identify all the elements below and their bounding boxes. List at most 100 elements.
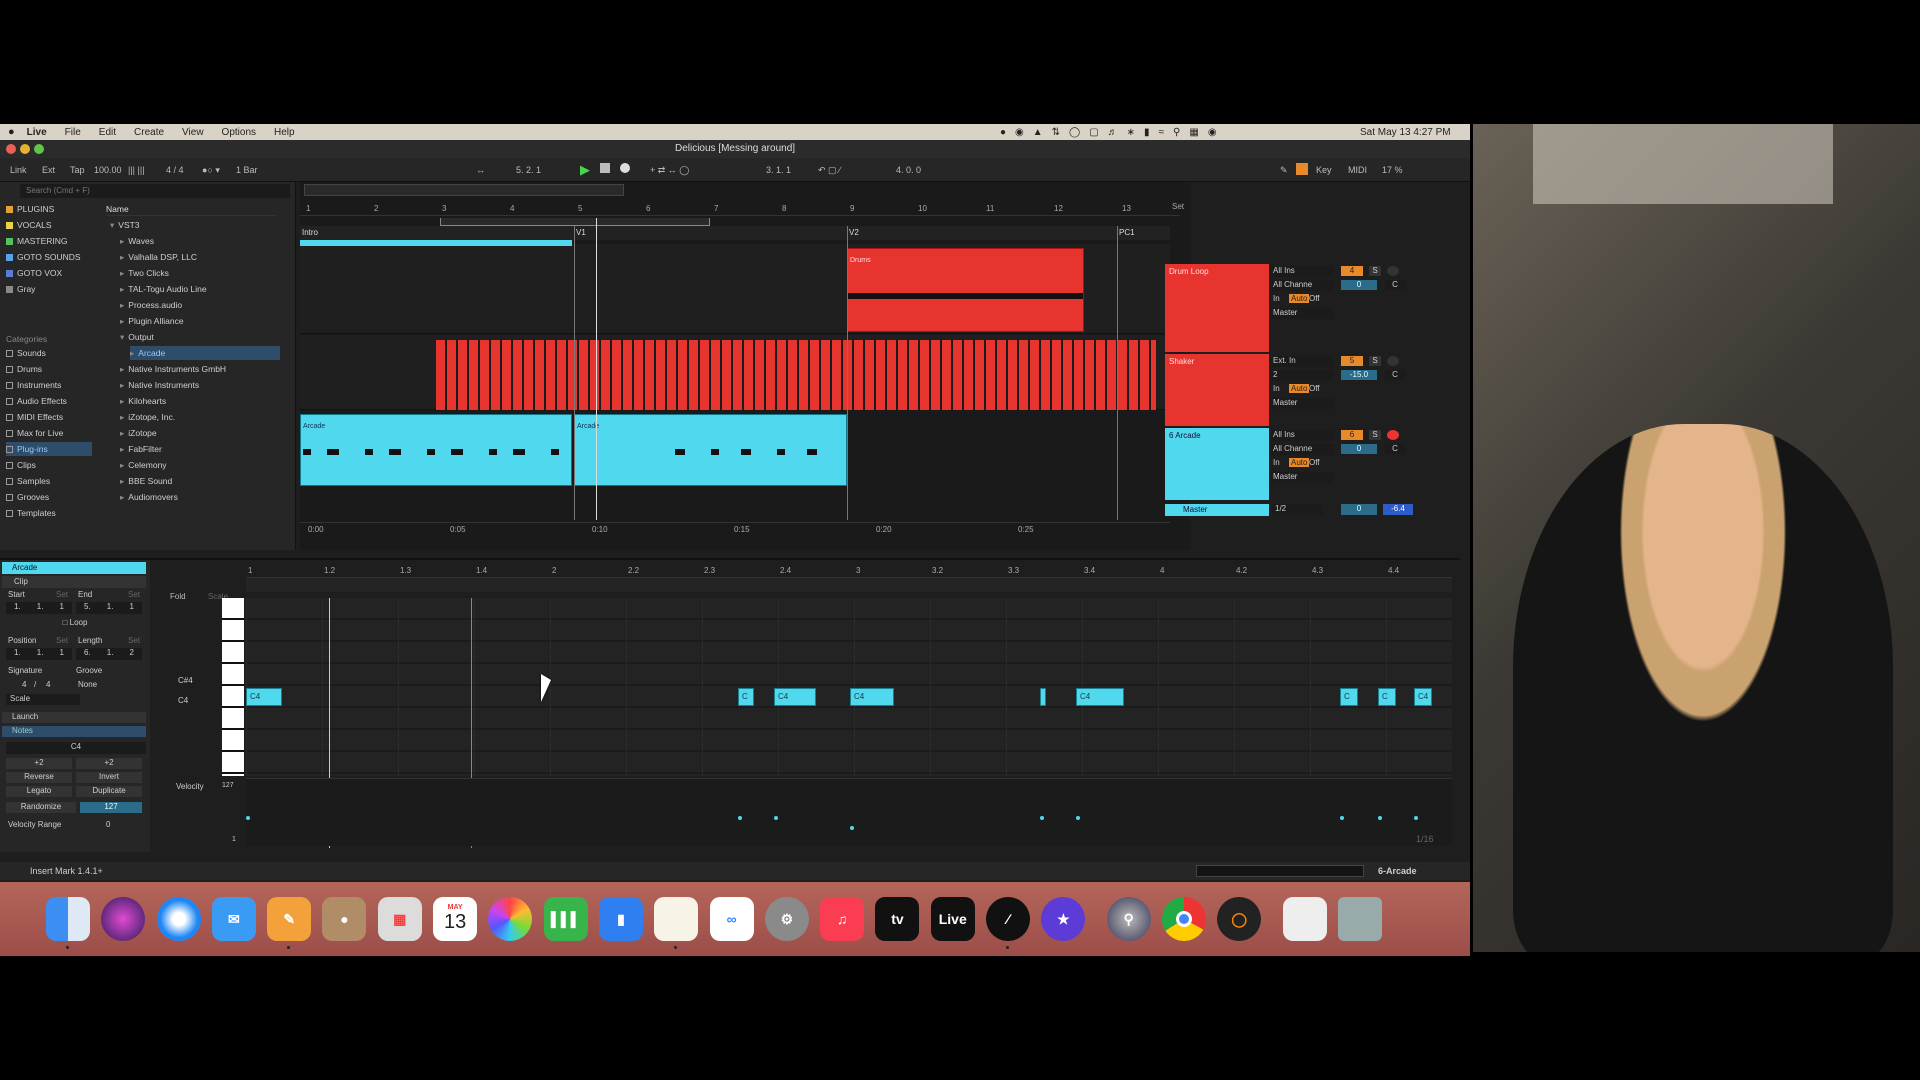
notes-icon[interactable] bbox=[654, 897, 699, 949]
tree-item-waves[interactable]: ▸ Waves bbox=[120, 234, 280, 248]
audio-app-icon[interactable]: ◯ bbox=[1217, 897, 1262, 941]
locator-intro[interactable]: Intro bbox=[302, 228, 318, 237]
record-icon[interactable] bbox=[620, 163, 630, 173]
note-editor-grid[interactable] bbox=[246, 598, 1452, 776]
piano-keyboard[interactable] bbox=[222, 598, 244, 776]
collection-mastering[interactable]: MASTERING bbox=[6, 234, 94, 248]
draw-mode-icon[interactable]: ✎ bbox=[1280, 165, 1288, 176]
loop-start-field[interactable]: 3. 1. 1 bbox=[766, 165, 791, 175]
menu-create[interactable]: Create bbox=[134, 127, 164, 138]
track-channel-selector[interactable]: All Channe bbox=[1271, 444, 1333, 455]
disclosure-triangle-icon[interactable]: ▸ bbox=[120, 460, 124, 470]
velocity-marker[interactable] bbox=[1040, 816, 1044, 820]
metronome-toggle-icon[interactable]: ●○ ▾ bbox=[202, 165, 220, 176]
loop-toggle[interactable]: □ Loop bbox=[40, 618, 110, 629]
monitor-in-button[interactable]: In bbox=[1271, 384, 1282, 393]
quicktime-icon[interactable]: ⚲ bbox=[1106, 897, 1151, 941]
master-volume[interactable]: 0 bbox=[1341, 504, 1377, 515]
menubar-clock[interactable]: Sat May 13 4:27 PM bbox=[1360, 127, 1451, 138]
mail-icon[interactable]: ✉ bbox=[211, 897, 256, 941]
scroll-overview[interactable] bbox=[1196, 865, 1364, 877]
clip-arcade-1[interactable]: Arcade bbox=[300, 414, 572, 486]
signature-field[interactable]: 4 / 4 bbox=[166, 165, 184, 175]
velocity-marker[interactable] bbox=[1340, 816, 1344, 820]
tap-button[interactable]: Tap bbox=[70, 165, 85, 175]
monitor-off-button[interactable]: Off bbox=[1307, 384, 1322, 393]
midi-note[interactable]: C4 bbox=[1076, 688, 1124, 706]
start-field[interactable]: 1. 1. 1 bbox=[6, 602, 72, 614]
track-volume[interactable]: -15.0 bbox=[1341, 370, 1377, 380]
track-input-selector[interactable]: All Ins bbox=[1271, 430, 1333, 441]
photos-icon[interactable] bbox=[488, 897, 533, 941]
category-drums[interactable]: Drums bbox=[6, 362, 92, 376]
ableton-live-icon[interactable]: Live bbox=[930, 897, 975, 941]
monitor-off-button[interactable]: Off bbox=[1307, 294, 1322, 303]
stop-icon[interactable] bbox=[600, 163, 610, 173]
track-number-activator[interactable]: 6 bbox=[1341, 430, 1363, 440]
menu-edit[interactable]: Edit bbox=[99, 127, 116, 138]
tree-item-output[interactable]: ▾ Output bbox=[120, 330, 280, 344]
category-grooves[interactable]: Grooves bbox=[6, 490, 92, 504]
disclosure-triangle-icon[interactable]: ▾ bbox=[110, 220, 114, 230]
loop-length-field[interactable]: 4. 0. 0 bbox=[896, 165, 921, 175]
velocity-marker[interactable] bbox=[1414, 816, 1418, 820]
tempo-field[interactable]: 100.00 bbox=[94, 165, 122, 175]
collection-goto-vox[interactable]: GOTO VOX bbox=[6, 266, 94, 280]
tree-item-native-instruments[interactable]: ▸ Native Instruments bbox=[120, 378, 280, 392]
loop-brace[interactable] bbox=[440, 218, 710, 226]
fold-button[interactable]: Fold bbox=[170, 592, 186, 601]
follow-icon[interactable]: ↔ bbox=[476, 165, 485, 175]
velocity-marker[interactable] bbox=[774, 816, 778, 820]
clip-arcade-2[interactable]: Arcade bbox=[574, 414, 847, 486]
menu-app-live[interactable]: Live bbox=[27, 127, 47, 138]
category-max-for-live[interactable]: Max for Live bbox=[6, 426, 92, 440]
category-plug-ins[interactable]: Plug-ins bbox=[6, 442, 92, 456]
beat-time-ruler[interactable]: 1 2 3 4 5 6 7 8 9 10 11 12 13 bbox=[300, 202, 1180, 216]
tree-item-arcade[interactable]: ▸ Arcade bbox=[130, 346, 280, 360]
locator-lane[interactable]: Intro V1 V2 PC1 bbox=[300, 226, 1170, 240]
velocity-lane[interactable] bbox=[246, 778, 1452, 846]
monitor-in-button[interactable]: In bbox=[1271, 458, 1282, 467]
piano-roll-ruler[interactable]: 1 1.2 1.3 1.4 2 2.2 2.3 2.4 3 3.2 3.3 3.4 4 4.2 4.3 4.4 bbox=[246, 564, 1452, 578]
clip-shaker[interactable] bbox=[436, 340, 1156, 410]
category-audio-effects[interactable]: Audio Effects bbox=[6, 394, 92, 408]
category-samples[interactable]: Samples bbox=[6, 474, 92, 488]
monitor-off-button[interactable]: Off bbox=[1307, 458, 1322, 467]
track-channel-selector[interactable]: 2 bbox=[1271, 370, 1333, 381]
tree-item-process-audio[interactable]: ▸ Process.audio bbox=[120, 298, 280, 312]
solo-button[interactable]: S bbox=[1369, 430, 1381, 440]
browser-search[interactable]: Search (Cmd + F) bbox=[20, 184, 290, 198]
disclosure-triangle-icon[interactable]: ▸ bbox=[120, 316, 124, 326]
midi-note[interactable] bbox=[1040, 688, 1046, 706]
end-field[interactable]: 5. 1. 1 bbox=[76, 602, 142, 614]
velocity-marker[interactable] bbox=[850, 826, 854, 830]
midi-note[interactable]: C4 bbox=[850, 688, 894, 706]
position-field[interactable]: 1. 1. 1 bbox=[6, 648, 72, 660]
track-header-drum-loop[interactable]: Drum Loop bbox=[1165, 264, 1269, 352]
minimize-button[interactable] bbox=[20, 144, 30, 154]
transpose-octave-button[interactable]: +2 bbox=[76, 758, 142, 769]
signature-denominator[interactable]: 4 bbox=[46, 680, 50, 689]
disclosure-triangle-icon[interactable]: ▸ bbox=[120, 444, 124, 454]
track-number-activator[interactable]: 5 bbox=[1341, 356, 1363, 366]
keynote-icon[interactable]: ▮ bbox=[598, 897, 643, 941]
midi-map-button[interactable]: MIDI bbox=[1348, 165, 1367, 175]
overdub-icon[interactable]: + ⇄ ↔ ◯ bbox=[650, 165, 689, 176]
cue-out-selector[interactable]: 1/2 bbox=[1273, 504, 1323, 515]
collection-plugins[interactable]: PLUGINS bbox=[6, 202, 94, 216]
launchpad-icon[interactable]: ▦ bbox=[377, 897, 422, 941]
disclosure-triangle-icon[interactable]: ▸ bbox=[120, 252, 124, 262]
selected-track-name[interactable]: 6-Arcade bbox=[1378, 866, 1417, 876]
reverse-button[interactable]: Reverse bbox=[6, 772, 72, 783]
apple-icon[interactable]: ● bbox=[8, 126, 15, 138]
disclosure-triangle-icon[interactable]: ▸ bbox=[120, 396, 124, 406]
monitor-in-button[interactable]: In bbox=[1271, 294, 1282, 303]
finder-icon[interactable] bbox=[46, 897, 90, 949]
chrome-icon[interactable] bbox=[1161, 897, 1206, 941]
signature-numerator[interactable]: 4 bbox=[22, 680, 26, 689]
category-midi-effects[interactable]: MIDI Effects bbox=[6, 410, 92, 424]
track-output-selector[interactable]: Master bbox=[1271, 472, 1333, 483]
track-header-shaker[interactable]: Shaker bbox=[1165, 354, 1269, 426]
tree-item-vst3[interactable]: ▾ VST3 bbox=[110, 218, 280, 232]
metronome-icon[interactable]: ||| ||| bbox=[128, 165, 145, 175]
